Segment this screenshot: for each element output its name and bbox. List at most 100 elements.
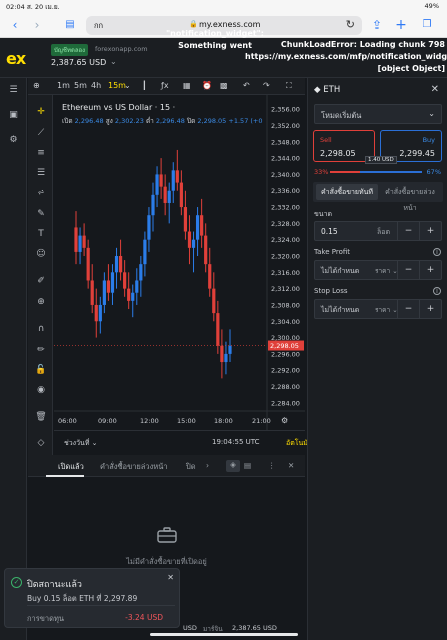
price-tick-label: 2,344.00	[271, 155, 300, 163]
status-time: 02:04 ส. 20 เม.ย.	[6, 3, 60, 11]
add-indicator-icon[interactable]: ⊕	[33, 81, 40, 90]
reload-icon[interactable]: ↻	[346, 18, 355, 31]
stop-loss-type-select[interactable]: ราคา ⌄	[375, 305, 398, 315]
layers-icon[interactable]: ◈	[226, 460, 240, 472]
share-icon[interactable]: ⇪	[370, 18, 384, 32]
take-profit-field[interactable]: ไม่ได้กำหนด ราคา ⌄ − +	[314, 260, 442, 280]
price-chart[interactable]: 2,356.00 2,352.00 2,348.00 2,344.00 2,340.00…	[54, 95, 305, 430]
account-balance[interactable]: 2,387.65 USD	[51, 58, 106, 67]
eye-icon[interactable]: ◉	[35, 384, 47, 396]
back-icon[interactable]: ‹	[8, 18, 22, 32]
tab-open[interactable]: เปิดแล้ว	[58, 461, 84, 473]
candle-body	[224, 353, 228, 363]
candle-body	[74, 227, 78, 252]
reader-button[interactable]: กก	[94, 20, 103, 32]
trendline-icon[interactable]: ⟋	[35, 127, 47, 139]
candle-body	[179, 182, 183, 208]
take-profit-type-select[interactable]: ราคา ⌄	[375, 266, 398, 276]
volume-value[interactable]: 0.15	[321, 227, 338, 236]
time-tick-label: 12:00	[140, 417, 159, 425]
candle-body	[127, 288, 131, 301]
calendar-icon[interactable]: ▣	[7, 109, 20, 122]
increment-button[interactable]: +	[419, 300, 441, 318]
undo-icon[interactable]: ↶	[243, 81, 250, 90]
brush-icon[interactable]: ✎	[35, 208, 47, 220]
stop-loss-field[interactable]: ไม่ได้กำหนด ราคา ⌄ − +	[314, 299, 442, 319]
candle-body	[208, 264, 212, 289]
close-icon[interactable]: ✕	[288, 461, 294, 470]
fullscreen-icon[interactable]: ⛶	[286, 81, 292, 91]
bookmarks-icon[interactable]: ▤	[63, 18, 77, 32]
emoji-icon[interactable]: ☺	[35, 248, 47, 260]
collapse-icon[interactable]: ◇	[35, 437, 47, 449]
lock-drawing-icon[interactable]: ✏	[35, 344, 47, 356]
chevron-down-icon[interactable]: ⌄	[124, 81, 131, 90]
chunk-load-error: ChunkLoadError: Loading chunk 798 https:…	[245, 40, 447, 73]
candle-body	[228, 345, 232, 354]
zoom-icon[interactable]: ⊕	[35, 296, 47, 308]
date-range-button[interactable]: ช่วงวันที่ ⌄	[64, 438, 98, 449]
stack-icon[interactable]: ▤	[244, 461, 251, 470]
layout-icon[interactable]: ▦	[183, 81, 191, 90]
ruler-icon[interactable]: ✐	[35, 275, 47, 287]
candle-body	[175, 170, 179, 183]
price-tick-label: 2,288.00	[271, 383, 300, 391]
tab-pending[interactable]: คำสั่งซื้อขายล่วงหน้า	[100, 461, 168, 473]
crosshair-icon[interactable]: ✛	[35, 106, 47, 118]
more-icon[interactable]: ⋮	[268, 461, 276, 470]
increment-button[interactable]: +	[419, 222, 441, 240]
time-tick-label: 15:00	[177, 417, 196, 425]
lock-icon[interactable]: 🔓	[35, 364, 47, 376]
time-tick-label: 09:00	[98, 417, 117, 425]
trash-icon[interactable]: 🗑	[35, 411, 47, 423]
decrement-button[interactable]: −	[397, 300, 419, 318]
position-closed-toast: ✓ ปิดสถานะแล้ว ✕ Buy 0.15 ล็อต ETH ที่ 2…	[4, 568, 180, 628]
settings-icon[interactable]: ⚙	[7, 134, 20, 147]
horizontal-lines-icon[interactable]: ≡	[35, 147, 47, 159]
decrement-button[interactable]: −	[397, 222, 419, 240]
candle-body	[195, 215, 200, 240]
increment-button[interactable]: +	[419, 261, 441, 279]
timeframe-5m[interactable]: 5m	[74, 81, 87, 90]
tab-closed[interactable]: ปิด	[186, 461, 196, 473]
decrement-button[interactable]: −	[397, 261, 419, 279]
candle-body	[106, 280, 111, 293]
info-icon[interactable]: i	[433, 287, 441, 295]
grid-icon[interactable]: ▩	[220, 81, 228, 90]
pattern-icon[interactable]: ⩫	[35, 187, 47, 199]
volume-stepper[interactable]: 0.15 ล็อต − +	[314, 221, 442, 241]
candle-type-icon[interactable]: ┃	[142, 81, 147, 90]
redo-icon[interactable]: ↷	[263, 81, 270, 90]
chevron-right-icon[interactable]: ›	[206, 461, 209, 470]
magnet-icon[interactable]: ∩	[35, 323, 47, 335]
pending-order-tab[interactable]: คำสั่งซื้อขายล่วงหน้า	[379, 184, 441, 212]
candle-body	[171, 170, 175, 191]
exness-logo[interactable]: ex	[6, 49, 26, 68]
timeframe-1m[interactable]: 1m	[57, 81, 70, 90]
timeframe-4h[interactable]: 4h	[91, 81, 101, 90]
info-icon[interactable]: i	[433, 248, 441, 256]
candle-body	[131, 292, 135, 301]
close-icon[interactable]: ✕	[167, 573, 174, 582]
close-icon[interactable]: ✕	[431, 84, 439, 95]
account-type-badge[interactable]: บัญชีทดลอง	[51, 44, 89, 56]
alert-icon[interactable]: ⏰	[202, 81, 212, 90]
candle-body	[118, 256, 123, 273]
candle-body	[155, 174, 159, 195]
forward-icon[interactable]: ›	[30, 18, 44, 32]
candle-body	[98, 304, 102, 322]
fib-icon[interactable]: ☰	[35, 167, 47, 179]
menu-icon[interactable]: ☰	[7, 84, 20, 97]
ios-status-bar: 02:04 ส. 20 เม.ย. 49%	[0, 0, 447, 12]
candle-body	[82, 235, 86, 248]
mode-select[interactable]: โหมดเริ่มต้น ⌄	[314, 104, 442, 124]
indicators-icon[interactable]: ƒx	[161, 81, 169, 90]
market-order-tab[interactable]: คำสั่งซื้อขายทันที	[316, 184, 378, 200]
candle-body	[114, 256, 119, 273]
text-icon[interactable]: T	[35, 228, 47, 240]
tabs-icon[interactable]: ❐	[420, 18, 434, 32]
sell-sentiment-fill	[330, 171, 361, 173]
plus-icon[interactable]: +	[394, 18, 408, 32]
candlestick-chart[interactable]: 2,356.00 2,352.00 2,348.00 2,344.00 2,340.00…	[54, 95, 305, 430]
chevron-down-icon[interactable]: ⌄	[110, 57, 117, 66]
